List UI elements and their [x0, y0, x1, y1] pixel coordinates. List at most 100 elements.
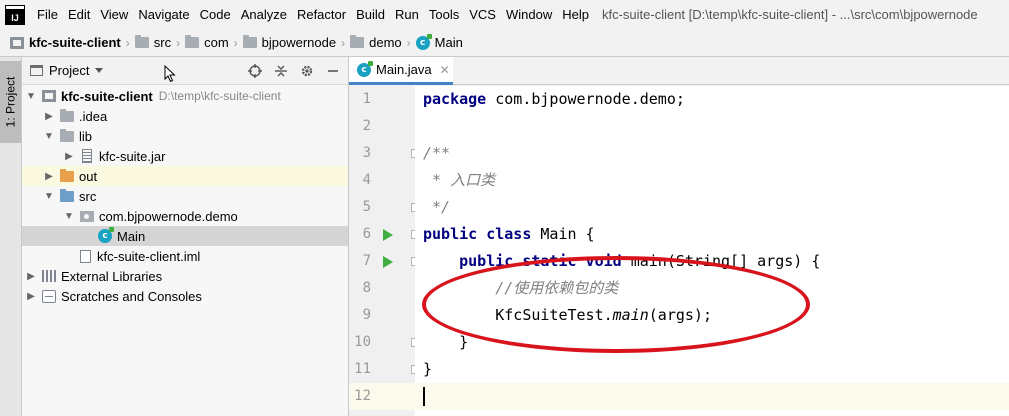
menu-analyze[interactable]: Analyze: [236, 0, 292, 29]
tree-item-label: com.bjpowernode.demo: [99, 208, 238, 224]
chevron-right-icon[interactable]: ▶: [42, 111, 56, 122]
code-line[interactable]: //使用依赖包的类: [415, 275, 1009, 302]
run-icon[interactable]: [383, 229, 393, 241]
tool-tab-project[interactable]: 1: Project: [0, 61, 21, 143]
java-class-icon: c: [357, 60, 373, 77]
chevron-right-icon[interactable]: ▶: [24, 271, 38, 282]
code-line[interactable]: KfcSuiteTest.main(args);: [415, 302, 1009, 329]
menu-navigate[interactable]: Navigate: [133, 0, 194, 29]
tree-item-package[interactable]: ▼ com.bjpowernode.demo: [22, 206, 348, 226]
breadcrumb-item-main[interactable]: c Main: [415, 33, 463, 50]
tree-item-main[interactable]: c Main: [22, 226, 348, 246]
gutter-row: 2: [349, 113, 415, 140]
run-icon[interactable]: [383, 256, 393, 268]
code-line[interactable]: }: [415, 356, 1009, 383]
menu-tools[interactable]: Tools: [424, 0, 464, 29]
breadcrumb-item-src[interactable]: src: [134, 35, 171, 50]
code-line[interactable]: /**: [415, 140, 1009, 167]
minimize-icon[interactable]: [324, 62, 342, 80]
gutter-row: 9: [349, 302, 415, 329]
collapse-all-icon[interactable]: [272, 62, 290, 80]
code-token: public static void: [459, 252, 622, 270]
chevron-down-icon[interactable]: ▼: [42, 191, 56, 202]
code-line[interactable]: */: [415, 194, 1009, 221]
folder-icon: [60, 128, 74, 142]
code-line[interactable]: [415, 113, 1009, 140]
menu-code[interactable]: Code: [195, 0, 236, 29]
left-tool-strip: 1: Project: [0, 57, 22, 416]
locate-target-icon[interactable]: [246, 62, 264, 80]
tree-item-out[interactable]: ▶ out: [22, 166, 348, 186]
code-editor[interactable]: package com.bjpowernode.demo; /** * 入口类 *…: [415, 86, 1009, 416]
menu-vcs[interactable]: VCS: [464, 0, 501, 29]
tree-item-lib[interactable]: ▼ lib: [22, 126, 348, 146]
code-token: //使用依赖包的类: [423, 279, 619, 297]
gutter-row: 8: [349, 275, 415, 302]
code-line[interactable]: public static void main(String[] args) {: [415, 248, 1009, 275]
breadcrumb-item-bjpowernode[interactable]: bjpowernode: [242, 35, 337, 50]
gutter-row: 4: [349, 167, 415, 194]
chevron-right-icon: ›: [125, 35, 130, 50]
line-number: 5: [362, 199, 371, 215]
code-line[interactable]: package com.bjpowernode.demo;: [415, 86, 1009, 113]
tab-label: Main.java: [376, 62, 432, 77]
tree-item-external-libraries[interactable]: ▶ External Libraries: [22, 266, 348, 286]
close-icon[interactable]: ✕: [440, 63, 450, 77]
code-line[interactable]: }: [415, 329, 1009, 356]
line-number: 3: [362, 145, 371, 161]
jar-file-icon: [82, 149, 92, 163]
menu-window[interactable]: Window: [501, 0, 557, 29]
chevron-right-icon[interactable]: ▶: [42, 171, 56, 182]
code-line[interactable]: [415, 383, 1009, 410]
menu-bar: IJ File Edit View Navigate Code Analyze …: [0, 0, 1009, 29]
gutter-row: 3: [349, 140, 420, 167]
line-number: 12: [354, 388, 371, 404]
tree-item-label: src: [79, 188, 97, 204]
menu-run[interactable]: Run: [390, 0, 424, 29]
breadcrumb-item-demo[interactable]: demo: [350, 35, 402, 50]
chevron-right-icon[interactable]: ▶: [24, 291, 38, 302]
project-tree: ▼ kfc-suite-client D:\temp\kfc-suite-cli…: [22, 86, 348, 306]
line-number: 7: [362, 253, 371, 269]
tree-item-kfc-suite-jar[interactable]: ▶ kfc-suite.jar: [22, 146, 348, 166]
menu-build[interactable]: Build: [351, 0, 390, 29]
line-number: 8: [362, 280, 371, 296]
chevron-down-icon[interactable]: ▼: [24, 91, 38, 102]
menu-view[interactable]: View: [95, 0, 133, 29]
tree-item-project-root[interactable]: ▼ kfc-suite-client D:\temp\kfc-suite-cli…: [22, 86, 348, 106]
tree-item-iml[interactable]: kfc-suite-client.iml: [22, 246, 348, 266]
editor-tab-bar: c Main.java ✕: [349, 57, 1009, 85]
code-line[interactable]: public class Main {: [415, 221, 1009, 248]
file-icon: [80, 249, 91, 263]
code-token: * 入口类: [423, 171, 496, 189]
tree-item-idea[interactable]: ▶ .idea: [22, 106, 348, 126]
code-line[interactable]: * 入口类: [415, 167, 1009, 194]
tree-item-src[interactable]: ▼ src: [22, 186, 348, 206]
tree-item-label: kfc-suite-client: [61, 88, 153, 104]
code-token: package: [423, 90, 487, 108]
code-token: }: [423, 360, 433, 378]
folder-icon: [242, 35, 257, 48]
breadcrumb-label: bjpowernode: [261, 35, 337, 50]
menu-edit[interactable]: Edit: [63, 0, 95, 29]
breadcrumb-label: kfc-suite-client: [29, 35, 121, 50]
chevron-right-icon[interactable]: ▶: [62, 151, 76, 162]
code-token: (args);: [648, 306, 712, 324]
breadcrumb-item-project[interactable]: kfc-suite-client: [10, 35, 121, 50]
tab-main-java[interactable]: c Main.java ✕: [349, 57, 453, 85]
project-panel-title[interactable]: Project: [49, 63, 89, 78]
source-folder-icon: [60, 188, 74, 202]
chevron-down-icon[interactable]: ▼: [42, 131, 56, 142]
line-number: 2: [362, 118, 371, 134]
tree-item-scratches[interactable]: ▶ Scratches and Consoles: [22, 286, 348, 306]
chevron-down-icon[interactable]: [95, 68, 104, 73]
tree-item-label: lib: [79, 128, 93, 144]
gear-icon[interactable]: [298, 62, 316, 80]
menu-help[interactable]: Help: [557, 0, 594, 29]
project-panel: Project ▼ kfc-suite-client D:\temp\kfc-s…: [22, 57, 349, 416]
menu-file[interactable]: File: [32, 0, 63, 29]
chevron-down-icon[interactable]: ▼: [62, 211, 76, 222]
breadcrumb-item-com[interactable]: com: [185, 35, 229, 50]
menu-refactor[interactable]: Refactor: [292, 0, 351, 29]
